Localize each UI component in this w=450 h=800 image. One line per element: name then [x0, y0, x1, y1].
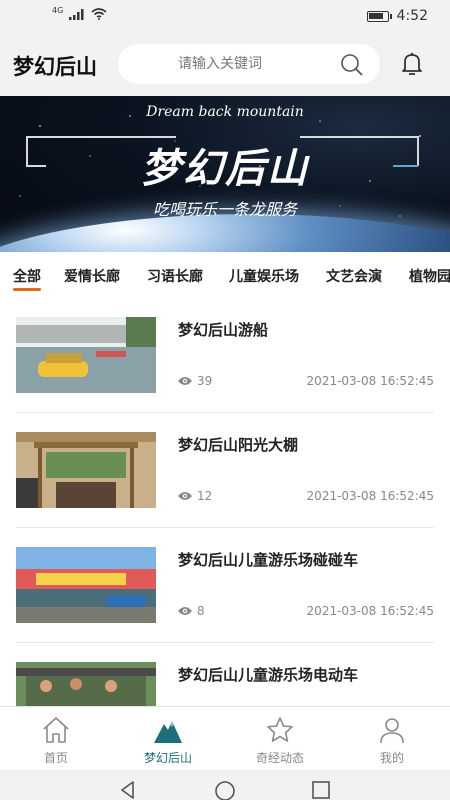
tab-kids-playground[interactable]: 儿童娱乐场	[229, 266, 299, 286]
category-tabs: 全部 爱情长廊 习语长廊 儿童娱乐场 文艺会演 植物园	[0, 252, 450, 298]
home-icon	[43, 717, 69, 743]
publish-date: 2021-03-08 16:52:45	[306, 489, 434, 503]
nav-label: 奇经动态	[255, 751, 304, 765]
recents-icon[interactable]	[311, 780, 331, 800]
view-count: 12	[197, 489, 213, 503]
article-title: 梦幻后山儿童游乐场碰碰车	[178, 551, 359, 569]
view-count: 8	[197, 604, 205, 618]
nav-mountain[interactable]: 梦幻后山	[112, 707, 224, 771]
search-icon[interactable]	[340, 53, 364, 77]
list-item[interactable]: 梦幻后山游船 39 2021-03-08 16:52:45	[16, 298, 434, 413]
tab-quotes-corridor[interactable]: 习语长廊	[147, 266, 203, 286]
article-thumbnail	[16, 547, 156, 623]
article-thumbnail	[16, 432, 156, 508]
nav-label: 首页	[43, 751, 68, 765]
list-item[interactable]: 梦幻后山阳光大棚 12 2021-03-08 16:52:45	[16, 413, 434, 528]
view-count: 39	[197, 374, 213, 388]
banner-slogan: 吃喝玩乐一条龙服务	[152, 200, 297, 219]
article-thumbnail	[16, 662, 156, 706]
system-nav-bar	[0, 770, 450, 800]
active-tab-indicator	[13, 288, 41, 291]
search-input[interactable]	[178, 53, 328, 75]
eye-icon	[178, 492, 192, 500]
back-icon[interactable]	[118, 780, 138, 800]
nav-news[interactable]: 奇经动态	[224, 707, 336, 771]
bottom-nav: 首页 梦幻后山 奇经动态 我的	[0, 706, 450, 770]
tab-love-corridor[interactable]: 爱情长廊	[64, 266, 120, 286]
app-title: 梦幻后山	[13, 55, 97, 79]
status-time: 4:52	[396, 8, 428, 24]
status-bar: 4G 4:52	[0, 0, 450, 34]
battery-icon	[366, 10, 392, 22]
article-list: 梦幻后山游船 39 2021-03-08 16:52:45 梦幻后山阳光大棚 1…	[0, 298, 450, 706]
promo-banner[interactable]: Dream back mountain 梦幻后山 吃喝玩乐一条龙服务	[0, 96, 450, 252]
network-label: 4G	[52, 5, 64, 15]
star-icon	[267, 717, 293, 742]
tab-botanical-garden[interactable]: 植物园	[409, 266, 450, 286]
tab-all[interactable]: 全部	[13, 266, 41, 286]
home-button-icon[interactable]	[214, 780, 236, 800]
nav-label: 我的	[379, 751, 404, 765]
publish-date: 2021-03-08 16:52:45	[306, 374, 434, 388]
search-bar[interactable]	[118, 44, 380, 84]
wifi-icon	[91, 8, 107, 20]
list-item[interactable]: 梦幻后山儿童游乐场电动车	[16, 643, 434, 706]
article-thumbnail	[16, 317, 156, 393]
mountain-icon	[154, 721, 182, 743]
app-header: 梦幻后山	[0, 34, 450, 96]
article-title: 梦幻后山儿童游乐场电动车	[178, 666, 359, 684]
signal-icon	[69, 8, 84, 20]
banner-subtitle: Dream back mountain	[146, 104, 304, 120]
article-title: 梦幻后山阳光大棚	[178, 436, 299, 454]
nav-label: 梦幻后山	[143, 751, 192, 765]
eye-icon	[178, 377, 192, 385]
article-title: 梦幻后山游船	[178, 321, 269, 339]
tab-performances[interactable]: 文艺会演	[326, 266, 382, 286]
nav-profile[interactable]: 我的	[336, 707, 448, 771]
list-item[interactable]: 梦幻后山儿童游乐场碰碰车 8 2021-03-08 16:52:45	[16, 528, 434, 643]
banner-title: 梦幻后山	[141, 145, 309, 192]
bell-icon[interactable]	[399, 51, 425, 77]
eye-icon	[178, 607, 192, 615]
publish-date: 2021-03-08 16:52:45	[306, 604, 434, 618]
nav-home[interactable]: 首页	[0, 707, 112, 771]
user-icon	[380, 718, 404, 744]
